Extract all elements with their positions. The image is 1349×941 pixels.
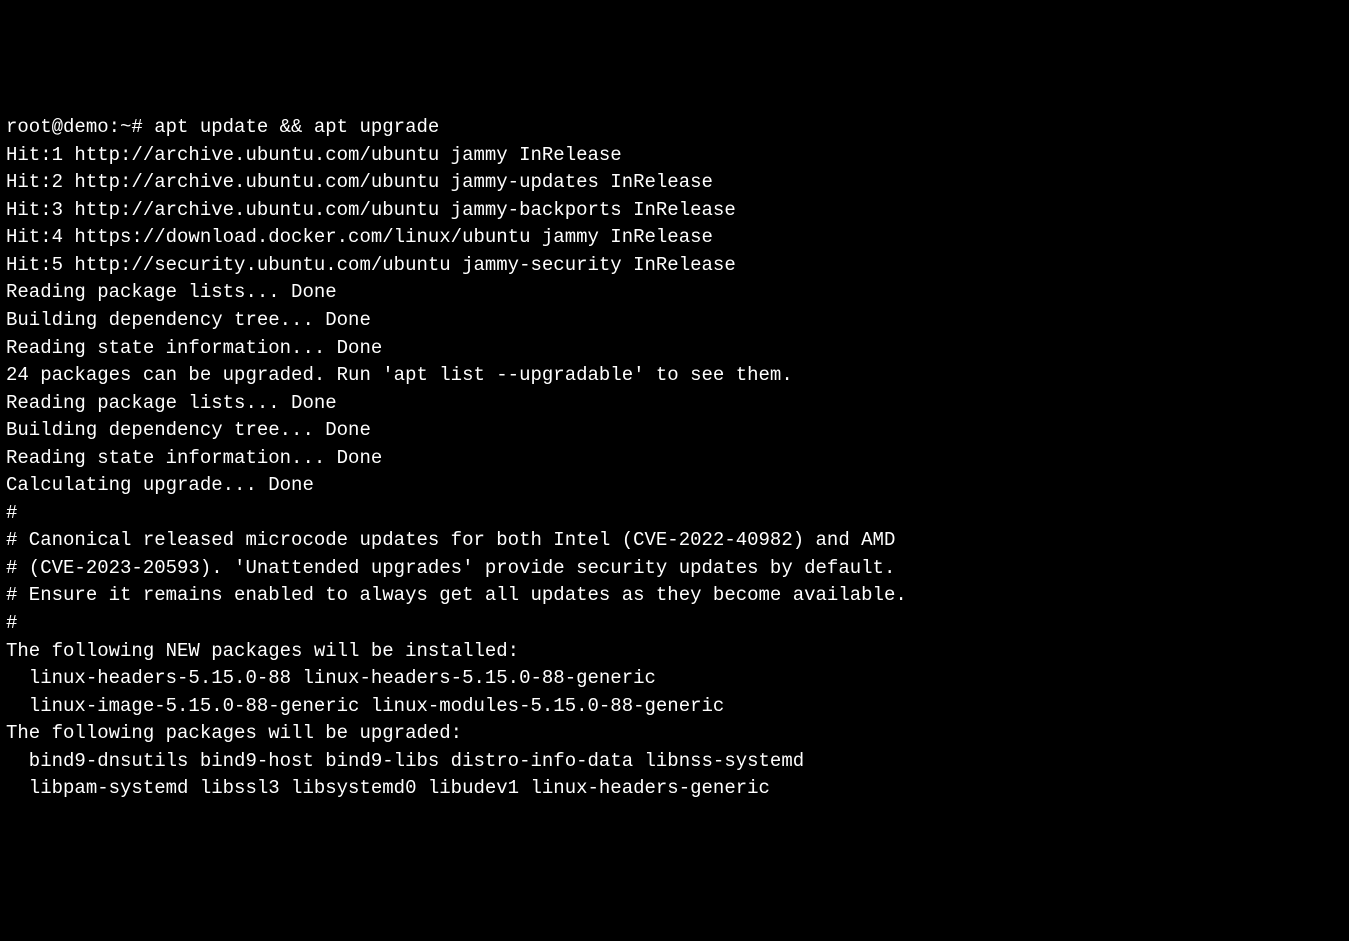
output-line: Hit:4 https://download.docker.com/linux/… (6, 224, 1343, 252)
output-line: # Ensure it remains enabled to always ge… (6, 582, 1343, 610)
shell-command: apt update && apt upgrade (154, 116, 439, 138)
output-line: # (6, 500, 1343, 528)
output-line: Reading package lists... Done (6, 279, 1343, 307)
output-line: # (6, 610, 1343, 638)
output-line: Building dependency tree... Done (6, 417, 1343, 445)
output-line: Hit:5 http://security.ubuntu.com/ubuntu … (6, 252, 1343, 280)
output-line: The following NEW packages will be insta… (6, 638, 1343, 666)
output-line: # Canonical released microcode updates f… (6, 527, 1343, 555)
shell-prompt: root@demo:~# (6, 116, 154, 138)
output-line: Hit:1 http://archive.ubuntu.com/ubuntu j… (6, 142, 1343, 170)
output-line: Hit:3 http://archive.ubuntu.com/ubuntu j… (6, 197, 1343, 225)
terminal-window[interactable]: root@demo:~# apt update && apt upgradeHi… (6, 114, 1343, 803)
output-line: linux-image-5.15.0-88-generic linux-modu… (6, 693, 1343, 721)
output-line: Reading package lists... Done (6, 390, 1343, 418)
output-line: Hit:2 http://archive.ubuntu.com/ubuntu j… (6, 169, 1343, 197)
output-line: 24 packages can be upgraded. Run 'apt li… (6, 362, 1343, 390)
output-line: Calculating upgrade... Done (6, 472, 1343, 500)
output-line: Reading state information... Done (6, 335, 1343, 363)
output-line: libpam-systemd libssl3 libsystemd0 libud… (6, 775, 1343, 803)
command-line: root@demo:~# apt update && apt upgrade (6, 114, 1343, 142)
output-line: # (CVE-2023-20593). 'Unattended upgrades… (6, 555, 1343, 583)
output-line: Building dependency tree... Done (6, 307, 1343, 335)
output-line: Reading state information... Done (6, 445, 1343, 473)
output-line: linux-headers-5.15.0-88 linux-headers-5.… (6, 665, 1343, 693)
output-line: The following packages will be upgraded: (6, 720, 1343, 748)
output-line: bind9-dnsutils bind9-host bind9-libs dis… (6, 748, 1343, 776)
